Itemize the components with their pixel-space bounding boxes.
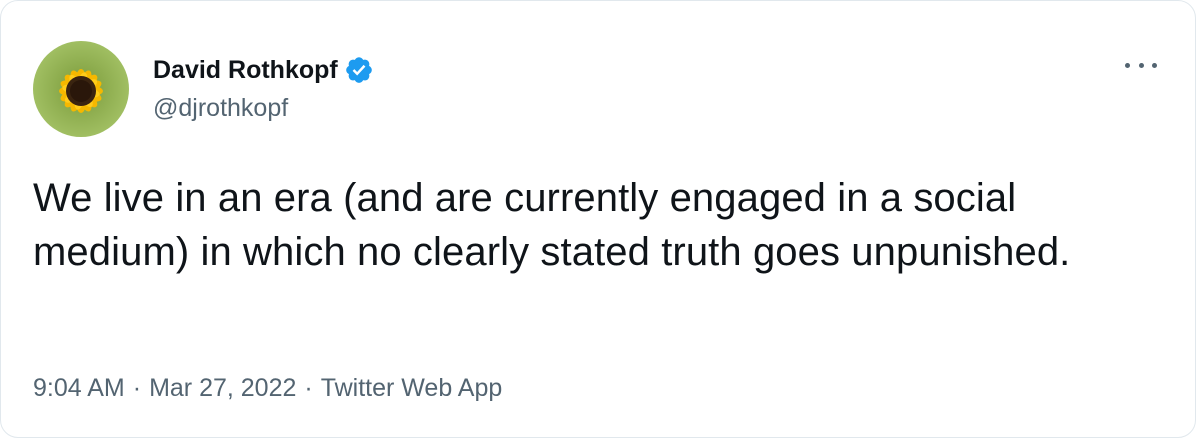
tweet-date[interactable]: Mar 27, 2022 [149,374,296,402]
meta-separator: · [132,374,142,402]
tweet-meta: 9:04 AM · Mar 27, 2022 · Twitter Web App [33,371,502,405]
tweet-time[interactable]: 9:04 AM [33,374,125,402]
more-dot [1152,62,1157,68]
tweet-text: We live in an era (and are currently eng… [33,176,1071,274]
more-options-icon[interactable] [1125,55,1157,75]
more-dot [1125,62,1130,68]
tweet-card: David Rothkopf @djrothkopf We live in an… [0,0,1196,438]
author-handle[interactable]: @djrothkopf [153,91,374,125]
tweet-header: David Rothkopf @djrothkopf [33,41,374,137]
verified-badge-icon [345,57,372,83]
author-names: David Rothkopf @djrothkopf [153,53,374,125]
more-dot [1138,62,1144,68]
meta-separator: · [304,374,313,402]
name-row: David Rothkopf [153,53,374,87]
avatar[interactable] [33,41,129,137]
tweet-source[interactable]: Twitter Web App [321,374,503,402]
display-name[interactable]: David Rothkopf [153,53,338,87]
